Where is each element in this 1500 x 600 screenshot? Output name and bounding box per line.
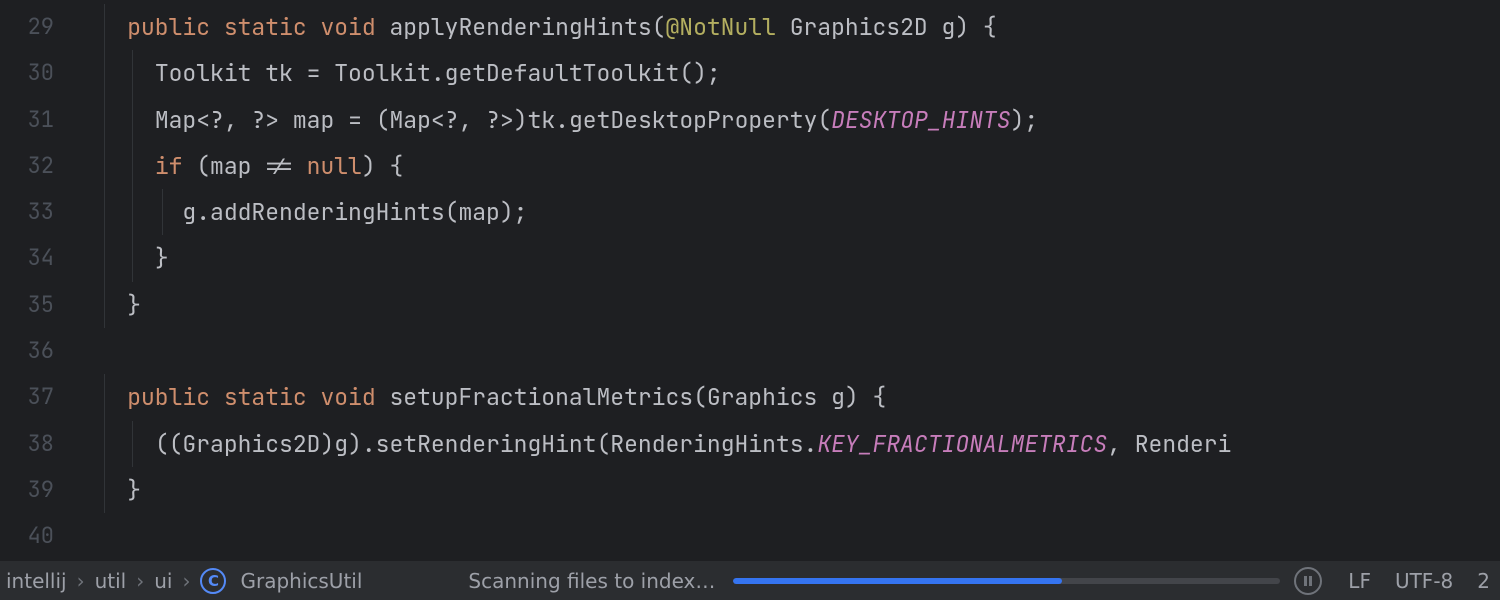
line-number[interactable]: 30 <box>0 50 54 96</box>
breadcrumb-item[interactable]: util <box>95 569 127 593</box>
chevron-right-icon: › <box>77 569 85 593</box>
breadcrumb-item[interactable]: GraphicsUtil <box>240 569 362 593</box>
code-line-content: g.addRenderingHints(map); <box>72 197 527 227</box>
line-number[interactable]: 31 <box>0 97 54 143</box>
code-line[interactable]: public static void applyRenderingHints(@… <box>72 4 1500 50</box>
code-body[interactable]: public static void applyRenderingHints(@… <box>72 4 1500 560</box>
line-number[interactable]: 36 <box>0 328 54 374</box>
line-number[interactable]: 39 <box>0 467 54 513</box>
breadcrumb-item[interactable]: intellij <box>6 569 67 593</box>
chevron-right-icon: › <box>136 569 144 593</box>
code-line[interactable]: } <box>72 235 1500 281</box>
breadcrumbs[interactable]: intellij › util › ui › C GraphicsUtil <box>6 568 362 594</box>
code-line-content: public static void setupFractionalMetric… <box>72 382 886 412</box>
code-line[interactable]: if (map != null) { <box>72 143 1500 189</box>
code-line[interactable]: public static void setupFractionalMetric… <box>72 374 1500 420</box>
chevron-right-icon: › <box>182 569 190 593</box>
code-line[interactable]: } <box>72 467 1500 513</box>
pause-button[interactable] <box>1294 567 1322 595</box>
code-line-content: Toolkit tk = Toolkit.getDefaultToolkit()… <box>72 58 721 88</box>
breadcrumb-item[interactable]: ui <box>154 569 172 593</box>
code-line-content: public static void applyRenderingHints(@… <box>72 12 997 42</box>
line-number[interactable]: 37 <box>0 374 54 420</box>
line-number[interactable]: 35 <box>0 282 54 328</box>
class-icon: C <box>200 568 226 594</box>
right-number-widget[interactable]: 2 <box>1477 569 1490 593</box>
code-line[interactable]: g.addRenderingHints(map); <box>72 189 1500 235</box>
status-bar: intellij › util › ui › C GraphicsUtil Sc… <box>0 560 1500 600</box>
code-line[interactable]: } <box>72 282 1500 328</box>
encoding-widget[interactable]: UTF-8 <box>1395 569 1453 593</box>
line-separator-widget[interactable]: LF <box>1348 569 1371 593</box>
code-line[interactable]: Map<?, ?> map = (Map<?, ?>)tk.getDesktop… <box>72 97 1500 143</box>
code-line-content: } <box>72 475 141 505</box>
indexing-progress[interactable] <box>733 567 1322 595</box>
line-number[interactable]: 33 <box>0 189 54 235</box>
line-number[interactable]: 40 <box>0 513 54 559</box>
line-number[interactable]: 29 <box>0 4 54 50</box>
code-line-content: ((Graphics2D)g).setRenderingHint(Renderi… <box>72 429 1231 459</box>
code-line[interactable]: ((Graphics2D)g).setRenderingHint(Renderi… <box>72 421 1500 467</box>
line-number[interactable]: 32 <box>0 143 54 189</box>
gutter[interactable]: 293031323334353637383940 <box>0 4 72 560</box>
status-right-group: LF UTF-8 2 <box>1348 569 1490 593</box>
line-number[interactable]: 38 <box>0 421 54 467</box>
line-number[interactable]: 34 <box>0 235 54 281</box>
progress-track <box>733 578 1280 584</box>
code-line[interactable]: Toolkit tk = Toolkit.getDefaultToolkit()… <box>72 50 1500 96</box>
editor-root: 293031323334353637383940 public static v… <box>0 0 1500 600</box>
indexing-status-text[interactable]: Scanning files to index… <box>468 569 715 593</box>
code-area: 293031323334353637383940 public static v… <box>0 0 1500 560</box>
code-line[interactable] <box>72 328 1500 374</box>
code-line-content: } <box>72 290 141 320</box>
code-line[interactable] <box>72 513 1500 559</box>
code-line-content: } <box>72 243 169 273</box>
progress-fill <box>733 578 1061 584</box>
code-line-content: if (map != null) { <box>72 151 403 181</box>
code-line-content: Map<?, ?> map = (Map<?, ?>)tk.getDesktop… <box>72 105 1038 135</box>
pause-icon <box>1304 576 1312 586</box>
